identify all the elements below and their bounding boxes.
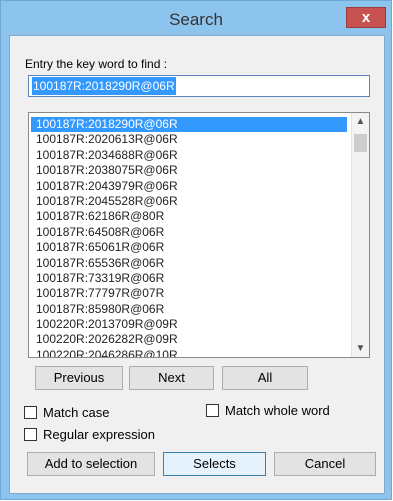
match-case-label: Match case (43, 405, 110, 420)
list-item[interactable]: 100187R:2038075R@06R (31, 163, 347, 178)
previous-button[interactable]: Previous (35, 366, 123, 390)
title-bar: Search x (1, 1, 391, 34)
list-item[interactable]: 100220R:2046286R@10R (31, 348, 347, 357)
match-whole-word-box[interactable] (206, 404, 219, 417)
find-label: Entry the key word to find : (25, 57, 168, 71)
list-item[interactable]: 100187R:2043979R@06R (31, 179, 347, 194)
list-item[interactable]: 100187R:65061R@06R (31, 240, 347, 255)
list-item[interactable]: 100187R:85980R@06R (31, 302, 347, 317)
search-input[interactable]: 100187R:2018290R@06R (28, 75, 370, 97)
dialog-title: Search (169, 10, 223, 29)
list-item[interactable]: 100220R:2026282R@09R (31, 332, 347, 347)
list-item[interactable]: 100187R:2034688R@06R (31, 148, 347, 163)
list-item[interactable]: 100187R:2020613R@06R (31, 132, 347, 147)
list-item[interactable]: 100187R:2045528R@06R (31, 194, 347, 209)
search-dialog: Search x Entry the key word to find : 10… (0, 0, 392, 500)
match-case-box[interactable] (24, 406, 37, 419)
add-to-selection-button[interactable]: Add to selection (27, 452, 155, 476)
regular-expression-box[interactable] (24, 428, 37, 441)
list-item[interactable]: 100220R:2013709R@09R (31, 317, 347, 332)
regular-expression-label: Regular expression (43, 427, 156, 442)
selects-button[interactable]: Selects (163, 452, 266, 476)
list-item[interactable]: 100187R:62186R@80R (31, 209, 347, 224)
cancel-button[interactable]: Cancel (274, 452, 376, 476)
match-whole-word-checkbox[interactable]: Match whole word (206, 403, 330, 418)
list-item[interactable]: 100187R:77797R@07R (31, 286, 347, 301)
close-button[interactable]: x (346, 7, 386, 28)
regular-expression-checkbox[interactable]: Regular expression (24, 427, 155, 442)
search-input-value: 100187R:2018290R@06R (32, 77, 176, 95)
match-case-checkbox[interactable]: Match case (24, 405, 109, 420)
close-icon: x (361, 9, 371, 26)
list-item[interactable]: 100187R:64508R@06R (31, 225, 347, 240)
dialog-body: Entry the key word to find : 100187R:201… (9, 35, 385, 494)
list-item[interactable]: 100187R:65536R@06R (31, 256, 347, 271)
list-item[interactable]: 100187R:2018290R@06R (31, 117, 347, 133)
match-whole-word-label: Match whole word (225, 403, 330, 418)
list-item[interactable]: 100187R:73319R@06R (31, 271, 347, 286)
all-button[interactable]: All (222, 366, 308, 390)
vertical-scrollbar[interactable]: ▲ ▼ (351, 113, 369, 357)
results-list: 100187R:2018290R@06R 100187R:2020613R@06R… (31, 117, 347, 357)
scroll-thumb[interactable] (354, 134, 367, 152)
results-listbox[interactable]: 100187R:2018290R@06R 100187R:2020613R@06R… (28, 112, 370, 358)
scroll-down-icon[interactable]: ▼ (352, 340, 369, 357)
next-button[interactable]: Next (129, 366, 214, 390)
scroll-up-icon[interactable]: ▲ (352, 113, 369, 130)
